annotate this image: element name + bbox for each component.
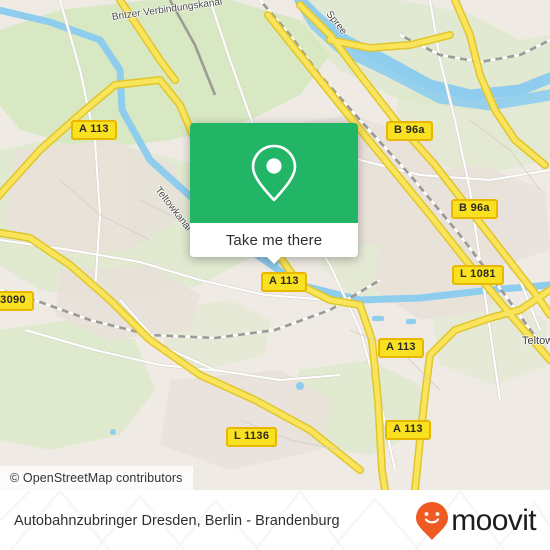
moovit-logo[interactable]: moovit bbox=[415, 501, 537, 541]
osm-attribution-text: © OpenStreetMap contributors bbox=[10, 471, 183, 485]
road-shield-a113-south[interactable]: A 113 bbox=[385, 420, 431, 440]
popup-pointer-tail bbox=[266, 256, 282, 264]
moovit-map-screenshot: Britzer Verbindungskanal Spree Teltowkan… bbox=[0, 0, 550, 550]
road-shield-b96a-east[interactable]: B 96a bbox=[451, 199, 498, 219]
take-me-there-label: Take me there bbox=[225, 231, 323, 249]
location-popup-card[interactable]: Take me there bbox=[190, 123, 358, 264]
road-shield-a113-nw[interactable]: A 113 bbox=[71, 120, 117, 140]
map-canvas[interactable]: Britzer Verbindungskanal Spree Teltowkan… bbox=[0, 0, 550, 490]
place-label-teltow: Teltow bbox=[522, 335, 550, 347]
road-shield-l1081-east[interactable]: L 1081 bbox=[452, 265, 504, 285]
page-title: Autobahnzubringer Dresden, Berlin - Bran… bbox=[14, 512, 340, 529]
popup-icon-area bbox=[190, 123, 358, 223]
road-shield-a113-center[interactable]: A 113 bbox=[261, 272, 307, 292]
road-shield-l3090-west[interactable]: L 3090 bbox=[0, 291, 34, 311]
road-shield-l1136-south[interactable]: L 1136 bbox=[226, 427, 278, 447]
map-pin-icon bbox=[251, 144, 297, 202]
popup-action-area[interactable]: Take me there bbox=[190, 223, 358, 264]
moovit-wordmark: moovit bbox=[451, 503, 536, 537]
road-shield-a113-southeast[interactable]: A 113 bbox=[378, 338, 424, 358]
road-shield-b96a-ne[interactable]: B 96a bbox=[386, 121, 433, 141]
footer-bar: Autobahnzubringer Dresden, Berlin - Bran… bbox=[0, 490, 550, 550]
moovit-smiley-pin-icon bbox=[416, 501, 449, 540]
osm-attribution[interactable]: © OpenStreetMap contributors bbox=[0, 466, 193, 490]
